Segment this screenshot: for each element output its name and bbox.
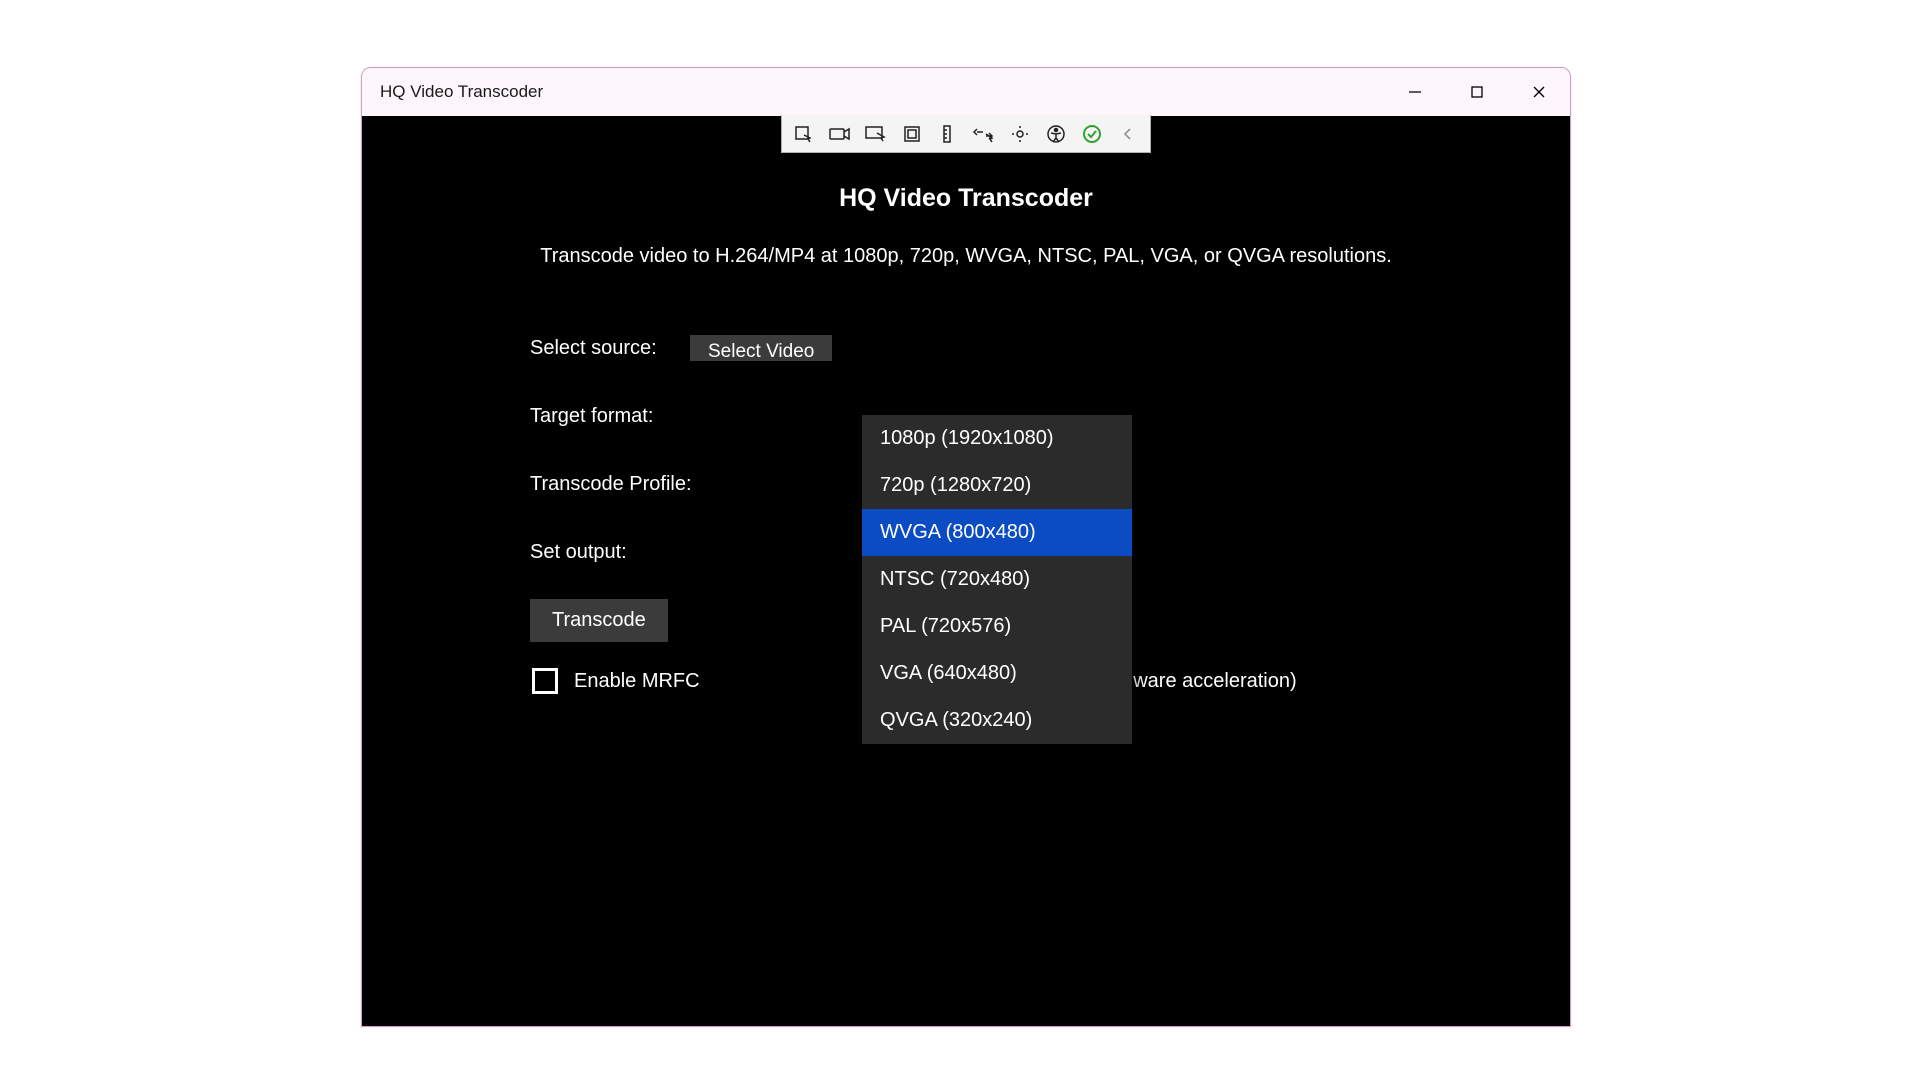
app-window: HQ Video Transcoder <box>361 67 1571 1027</box>
tool-arrows-icon[interactable] <box>966 119 1002 149</box>
label-target-format: Target format: <box>530 405 690 428</box>
minimize-button[interactable] <box>1384 68 1446 116</box>
app-body: HQ Video Transcoder Transcode video to H… <box>362 116 1570 1026</box>
tool-check-icon[interactable] <box>1074 119 1110 149</box>
tool-accessibility-icon[interactable] <box>1038 119 1074 149</box>
dropdown-option-vga[interactable]: VGA (640x480) <box>862 650 1132 697</box>
tool-camera-icon[interactable] <box>822 119 858 149</box>
dropdown-option-1080p[interactable]: 1080p (1920x1080) <box>862 415 1132 462</box>
tool-cursor-display-icon[interactable] <box>858 119 894 149</box>
profile-dropdown[interactable]: 1080p (1920x1080) 720p (1280x720) WVGA (… <box>862 415 1132 744</box>
content-area: HQ Video Transcoder Transcode video to H… <box>362 116 1570 694</box>
debug-toolbar <box>781 115 1151 153</box>
tool-layout-icon[interactable] <box>894 119 930 149</box>
row-select-source: Select source: Select Video <box>530 328 1570 368</box>
form-area: Select source: Select Video Target forma… <box>530 328 1570 694</box>
window-title: HQ Video Transcoder <box>380 82 1384 102</box>
tool-collapse-icon[interactable] <box>1110 119 1146 149</box>
label-set-output: Set output: <box>530 541 690 564</box>
app-heading: HQ Video Transcoder <box>362 184 1570 213</box>
transcode-button[interactable]: Transcode <box>530 599 668 642</box>
app-subtitle: Transcode video to H.264/MP4 at 1080p, 7… <box>362 245 1570 268</box>
dropdown-option-wvga[interactable]: WVGA (800x480) <box>862 509 1132 556</box>
tool-target-icon[interactable] <box>1002 119 1038 149</box>
label-select-source: Select source: <box>530 337 690 360</box>
tool-ruler-icon[interactable] <box>930 119 966 149</box>
dropdown-option-720p[interactable]: 720p (1280x720) <box>862 462 1132 509</box>
dropdown-option-qvga[interactable]: QVGA (320x240) <box>862 697 1132 744</box>
select-video-button[interactable]: Select Video <box>690 335 832 361</box>
title-bar[interactable]: HQ Video Transcoder <box>362 68 1570 116</box>
dropdown-option-ntsc[interactable]: NTSC (720x480) <box>862 556 1132 603</box>
tool-select-element-icon[interactable] <box>786 119 822 149</box>
window-controls <box>1384 68 1570 116</box>
label-transcode-profile: Transcode Profile: <box>530 473 695 496</box>
mrfc-label-left: Enable MRFC <box>574 670 700 693</box>
dropdown-option-pal[interactable]: PAL (720x576) <box>862 603 1132 650</box>
maximize-button[interactable] <box>1446 68 1508 116</box>
close-button[interactable] <box>1508 68 1570 116</box>
mrfc-checkbox[interactable] <box>532 668 558 694</box>
